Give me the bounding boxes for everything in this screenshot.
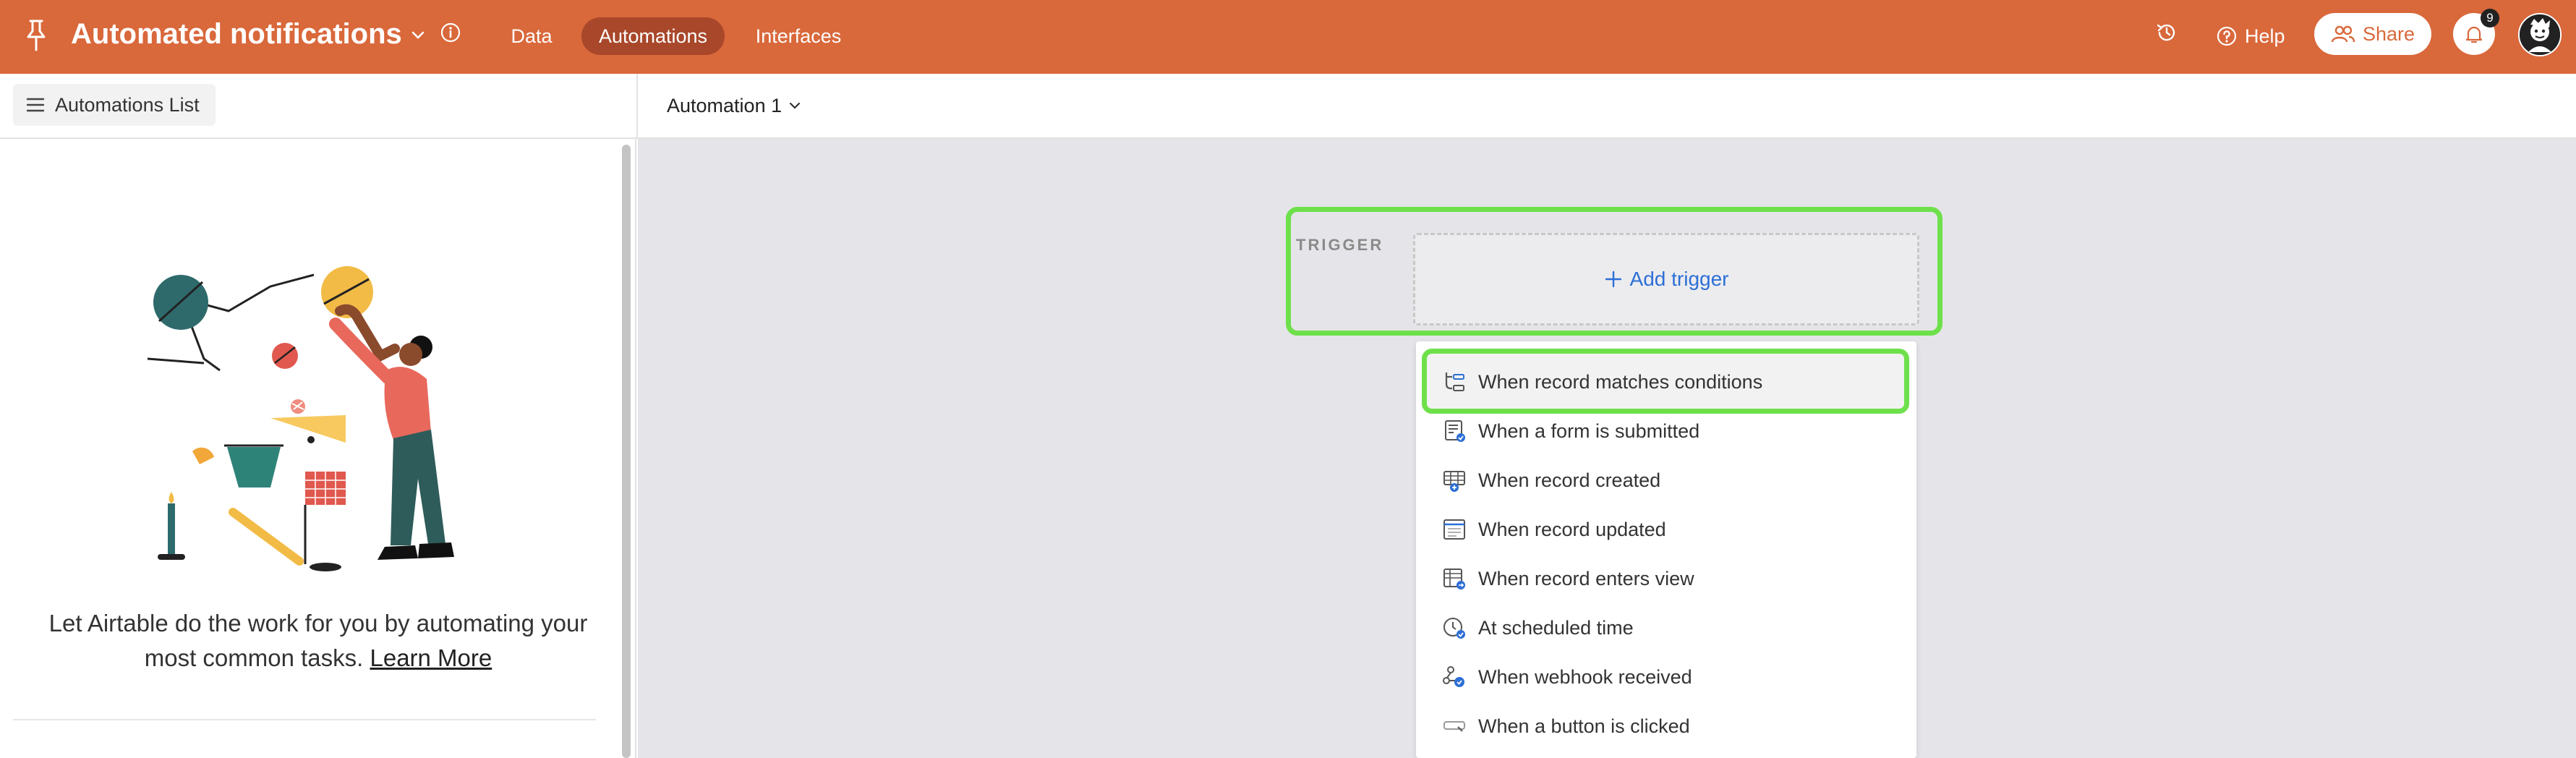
automations-list-label: Automations List [55, 93, 200, 116]
trigger-section-label: TRIGGER [1296, 236, 1384, 254]
record-updated-icon [1443, 519, 1465, 540]
top-header: Automated notifications Data Automations… [0, 0, 2576, 74]
share-button[interactable]: Share [2314, 13, 2431, 55]
record-conditions-icon [1445, 372, 1464, 391]
option-label: When a button is clicked [1478, 715, 1690, 737]
trigger-option-record-updated[interactable]: When record updated [1442, 515, 1666, 544]
sub-toolbar [0, 74, 2576, 139]
empty-state-text: Let Airtable do the work for you by auto… [48, 610, 588, 671]
trigger-option-record-created[interactable]: When record created [1442, 466, 1660, 495]
help-icon [2217, 26, 2237, 46]
clock-icon [1443, 618, 1465, 639]
sidebar-scrollbar[interactable] [622, 145, 631, 758]
add-trigger-button[interactable]: Add trigger [1413, 233, 1919, 325]
avatar[interactable] [2518, 13, 2562, 56]
automations-list-button[interactable]: Automations List [13, 84, 216, 126]
chevron-down-icon[interactable] [409, 26, 427, 43]
option-label: When record created [1478, 469, 1661, 491]
learn-more-link[interactable]: Learn More [370, 644, 492, 671]
button-icon [1443, 721, 1465, 732]
avatar-image [2520, 14, 2560, 55]
trigger-option-scheduled-time[interactable]: At scheduled time [1442, 613, 1634, 642]
automation-name-dropdown[interactable]: Automation 1 [667, 91, 802, 120]
menu-icon [26, 98, 45, 112]
add-trigger-label: Add trigger [1629, 268, 1729, 290]
history-icon[interactable] [2155, 21, 2178, 44]
record-created-icon [1443, 471, 1465, 492]
trigger-option-form-submitted[interactable]: When a form is submitted [1442, 417, 1699, 446]
notification-count-badge: 9 [2481, 9, 2499, 27]
share-label: Share [2362, 22, 2415, 45]
info-icon[interactable] [440, 22, 461, 43]
trigger-option-webhook-received[interactable]: When webhook received [1442, 663, 1692, 691]
automation-name: Automation 1 [667, 94, 782, 116]
record-enters-view-icon [1443, 568, 1465, 589]
base-title[interactable]: Automated notifications [71, 16, 402, 52]
pin-icon[interactable] [26, 20, 46, 51]
chevron-down-icon [790, 102, 801, 109]
tab-data[interactable]: Data [498, 17, 566, 55]
bell-icon [2465, 26, 2483, 43]
help-label: Help [2245, 25, 2285, 47]
toolbar-divider [636, 74, 638, 139]
trigger-option-record-matches-conditions[interactable]: When record matches conditions [1442, 367, 1762, 396]
form-submitted-icon [1445, 420, 1465, 442]
sidebar-divider [13, 719, 596, 720]
option-label: When a form is submitted [1478, 420, 1700, 442]
option-label: When record updated [1478, 518, 1666, 540]
option-label: At scheduled time [1478, 616, 1634, 639]
help-button[interactable]: Help [2216, 17, 2285, 55]
plus-icon [1605, 271, 1621, 288]
webhook-icon [1443, 666, 1464, 687]
users-icon [2331, 25, 2355, 43]
option-label: When record enters view [1478, 567, 1694, 589]
automation-illustration [147, 266, 454, 571]
trigger-option-button-clicked[interactable]: When a button is clicked [1442, 712, 1690, 741]
option-label: When webhook received [1478, 665, 1692, 688]
option-label: When record matches conditions [1478, 370, 1763, 393]
trigger-option-record-enters-view[interactable]: When record enters view [1442, 564, 1694, 593]
empty-state-message: Let Airtable do the work for you by auto… [29, 606, 607, 676]
tab-interfaces[interactable]: Interfaces [741, 17, 856, 55]
tab-automations[interactable]: Automations [581, 17, 725, 55]
